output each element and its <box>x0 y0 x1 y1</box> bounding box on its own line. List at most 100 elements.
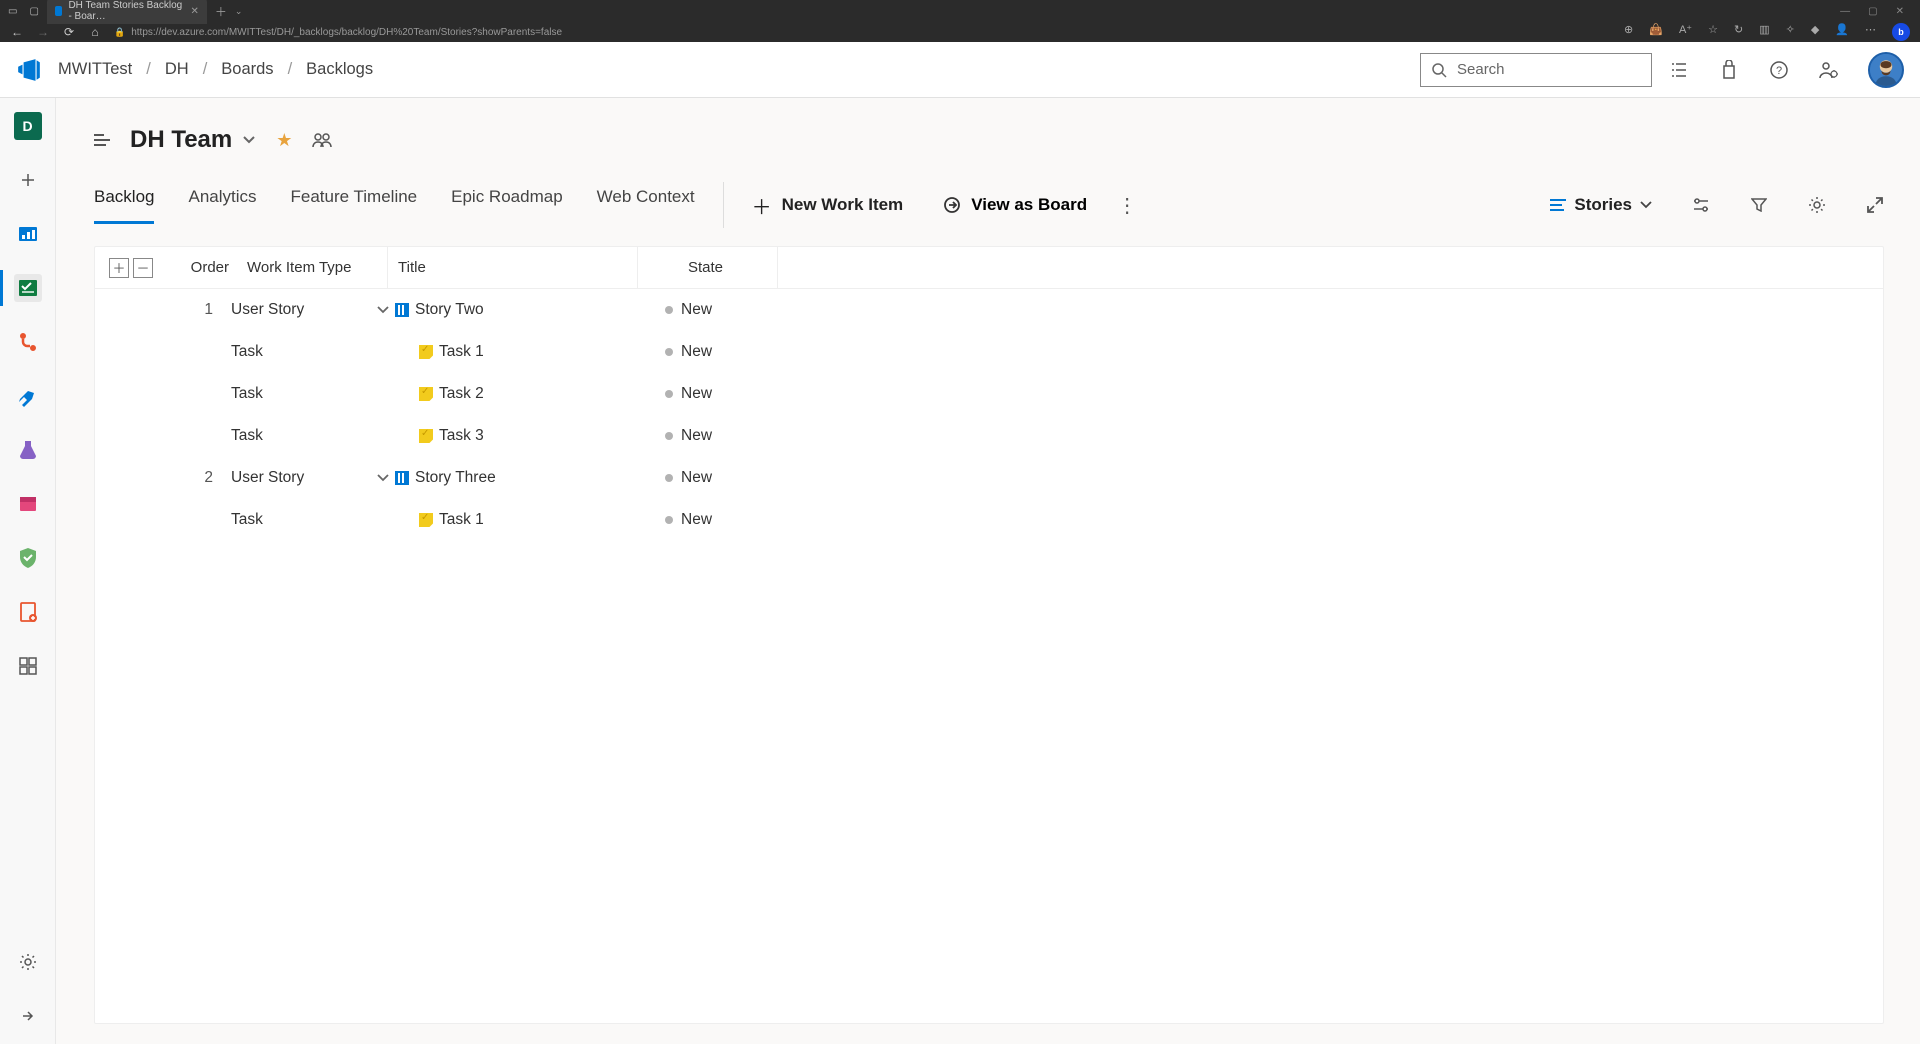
sidebar-expand-icon[interactable] <box>14 1002 42 1030</box>
team-selector[interactable]: DH Team <box>130 126 256 154</box>
favorite-icon[interactable]: ☆ <box>1708 23 1718 41</box>
sidebar-compliance-icon[interactable] <box>14 544 42 572</box>
cell-title[interactable]: Task 1 <box>395 511 621 529</box>
new-work-item-button[interactable]: ＋ New Work Item <box>752 191 904 220</box>
cell-title[interactable]: Task 1 <box>395 343 621 361</box>
read-aloud-icon[interactable]: A⁺ <box>1679 23 1692 41</box>
team-members-icon[interactable] <box>312 132 332 148</box>
tab-analytics[interactable]: Analytics <box>188 187 256 224</box>
address-bar[interactable]: 🔒 https://dev.azure.com/MWITTest/DH/_bac… <box>114 27 1612 38</box>
azure-devops-logo-icon[interactable] <box>16 57 42 83</box>
back-button[interactable]: ← <box>10 25 24 39</box>
table-row[interactable]: TaskTask 3New <box>95 415 1883 457</box>
tab-chevron-icon[interactable]: ⌄ <box>235 6 243 17</box>
sidebar-artifacts-icon[interactable] <box>14 490 42 518</box>
sidebar-testplans-icon[interactable] <box>14 436 42 464</box>
project-badge[interactable]: D <box>14 112 42 140</box>
tab-group-icon[interactable]: ▢ <box>29 6 38 17</box>
filter-icon[interactable] <box>1750 196 1768 214</box>
tab-epic-roadmap[interactable]: Epic Roadmap <box>451 187 563 224</box>
new-tab-button[interactable]: ＋ <box>215 3 227 20</box>
crumb-org[interactable]: MWITTest <box>58 60 132 79</box>
task-icon <box>419 387 433 401</box>
backlog-level-dropdown[interactable]: Stories <box>1550 195 1652 215</box>
crumb-sep: / <box>146 60 151 79</box>
close-window-icon[interactable]: ✕ <box>1896 6 1904 17</box>
split-icon[interactable]: ▥ <box>1759 23 1769 41</box>
sidebar-add-button[interactable] <box>14 166 42 194</box>
table-row[interactable]: 1User StoryStory TwoNew <box>95 289 1883 331</box>
cell-title[interactable]: Story Two <box>395 301 621 319</box>
minimize-window-icon[interactable]: — <box>1840 6 1850 17</box>
cell-title[interactable]: Story Three <box>395 469 621 487</box>
state-dot-icon <box>665 306 673 314</box>
browser-tab[interactable]: DH Team Stories Backlog - Boar… ✕ <box>47 0 207 24</box>
view-as-board-button[interactable]: View as Board <box>943 195 1087 215</box>
tab-feature-timeline[interactable]: Feature Timeline <box>291 187 418 224</box>
favorite-star-icon[interactable]: ★ <box>276 130 292 151</box>
shopping-icon[interactable]: 👜 <box>1649 23 1663 41</box>
col-header-title[interactable]: Title <box>387 247 637 288</box>
extension-icon[interactable]: ◆ <box>1811 23 1819 41</box>
table-row[interactable]: TaskTask 2New <box>95 373 1883 415</box>
close-tab-icon[interactable]: ✕ <box>191 6 199 17</box>
collapse-all-button[interactable]: － <box>133 258 153 278</box>
col-header-type[interactable]: Work Item Type <box>247 259 387 276</box>
cell-state: New <box>621 511 811 529</box>
crumb-project[interactable]: DH <box>165 60 189 79</box>
cell-state: New <box>621 301 811 319</box>
state-dot-icon <box>665 348 673 356</box>
expand-toggle[interactable] <box>371 306 395 314</box>
table-row[interactable]: TaskTask 1New <box>95 331 1883 373</box>
cell-title[interactable]: Task 3 <box>395 427 621 445</box>
column-options-icon[interactable] <box>1692 196 1710 214</box>
crumb-area[interactable]: Boards <box>221 60 273 79</box>
state-text: New <box>681 301 712 319</box>
sidebar-overview-icon[interactable] <box>14 220 42 248</box>
zoom-icon[interactable]: ⊕ <box>1624 23 1633 41</box>
cell-type: Task <box>231 427 371 445</box>
marketplace-icon[interactable] <box>1718 59 1740 81</box>
collections-icon[interactable]: ✧ <box>1786 23 1795 41</box>
sidebar-pipelines-icon[interactable] <box>14 382 42 410</box>
cell-state: New <box>621 343 811 361</box>
sidebar-wiki-icon[interactable] <box>14 598 42 626</box>
search-placeholder: Search <box>1457 61 1505 78</box>
expand-toggle[interactable] <box>371 474 395 482</box>
help-icon[interactable]: ? <box>1768 59 1790 81</box>
maximize-window-icon[interactable]: ▢ <box>1868 6 1877 17</box>
work-items-icon[interactable] <box>1668 59 1690 81</box>
sidebar-repos-icon[interactable] <box>14 328 42 356</box>
fullscreen-icon[interactable] <box>1866 196 1884 214</box>
state-text: New <box>681 511 712 529</box>
search-input[interactable]: Search <box>1420 53 1652 87</box>
tab-backlog[interactable]: Backlog <box>94 187 154 224</box>
bing-icon[interactable]: b <box>1892 23 1910 41</box>
cell-title[interactable]: Task 2 <box>395 385 621 403</box>
sidebar-settings-icon[interactable] <box>14 948 42 976</box>
home-button[interactable]: ⌂ <box>88 25 102 39</box>
profile-icon[interactable]: 👤 <box>1835 23 1849 41</box>
title-text: Task 1 <box>439 511 484 529</box>
settings-icon[interactable] <box>1808 196 1826 214</box>
crumb-page[interactable]: Backlogs <box>306 60 373 79</box>
refresh-button[interactable]: ⟳ <box>62 25 76 39</box>
sidebar-boards-icon[interactable] <box>14 274 42 302</box>
expand-all-button[interactable]: ＋ <box>109 258 129 278</box>
sync-icon[interactable]: ↻ <box>1734 23 1743 41</box>
crumb-sep: / <box>203 60 208 79</box>
col-header-state[interactable]: State <box>637 247 777 288</box>
more-actions-button[interactable]: ⋮ <box>1117 193 1137 218</box>
tab-actions-icon[interactable]: ▭ <box>8 6 17 17</box>
tab-web-context[interactable]: Web Context <box>597 187 695 224</box>
lock-icon: 🔒 <box>114 27 125 38</box>
avatar[interactable] <box>1868 52 1904 88</box>
col-header-order[interactable]: Order <box>167 259 247 276</box>
user-settings-icon[interactable] <box>1818 59 1840 81</box>
table-row[interactable]: 2User StoryStory ThreeNew <box>95 457 1883 499</box>
table-row[interactable]: TaskTask 1New <box>95 499 1883 541</box>
task-icon <box>419 345 433 359</box>
more-icon[interactable]: ⋯ <box>1865 23 1876 41</box>
backlog-selector-icon[interactable] <box>94 134 110 146</box>
sidebar-grid-icon[interactable] <box>14 652 42 680</box>
